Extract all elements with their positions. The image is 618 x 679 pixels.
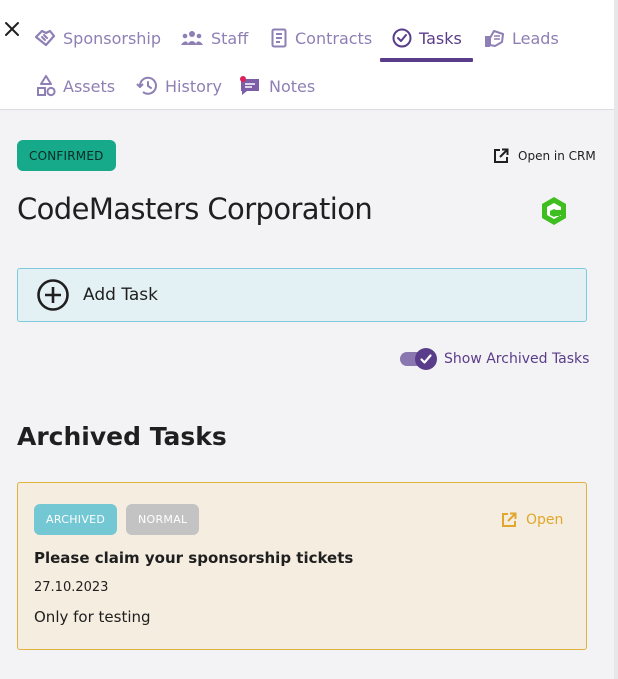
external-link-icon (494, 148, 509, 163)
section-title: Archived Tasks (17, 422, 227, 451)
task-open-label: Open (526, 512, 564, 528)
check-icon (420, 354, 432, 364)
task-status-badge: ARCHIVED (34, 504, 118, 535)
tab-label-history: History (165, 76, 222, 96)
tab-leads[interactable]: Leads (483, 24, 559, 52)
add-task-button[interactable]: Add Task (17, 268, 587, 322)
tab-label-staff: Staff (211, 28, 249, 48)
tab-notes[interactable]: Notes (239, 72, 315, 100)
company-name: CodeMasters Corporation (17, 192, 373, 226)
tab-tasks[interactable]: Tasks (392, 24, 462, 52)
toggle-knob (415, 348, 437, 370)
open-in-crm-label: Open in CRM (518, 149, 596, 163)
show-archived-toggle[interactable]: Show Archived Tasks (400, 348, 590, 370)
tab-sponsorship[interactable]: Sponsorship (34, 24, 161, 52)
task-description: Only for testing (34, 608, 151, 626)
panel-edge (614, 0, 618, 679)
close-icon (5, 22, 19, 36)
tab-history[interactable]: History (136, 72, 222, 100)
chat-note-icon (240, 76, 259, 95)
codemasters-logo-icon (540, 196, 568, 230)
task-date: 27.10.2023 (34, 580, 109, 595)
task-title: Please claim your sponsorship tickets (34, 549, 354, 567)
open-in-crm-link[interactable]: Open in CRM (493, 148, 596, 164)
task-card: ARCHIVED NORMAL Open Please claim your s… (17, 482, 587, 650)
check-circle-icon (392, 28, 412, 48)
tab-label-notes: Notes (269, 76, 316, 96)
tab-contracts[interactable]: Contracts (270, 24, 372, 52)
tab-label-leads: Leads (512, 28, 559, 48)
shapes-icon (37, 75, 56, 97)
plus-circle-icon (37, 279, 69, 311)
add-task-label: Add Task (83, 285, 159, 305)
tab-label-tasks: Tasks (419, 28, 462, 48)
status-badge: CONFIRMED (17, 140, 116, 171)
tab-staff[interactable]: Staff (180, 24, 248, 52)
history-icon (136, 76, 157, 95)
tab-label-assets: Assets (63, 76, 116, 96)
tab-label-contracts: Contracts (295, 28, 373, 48)
hand-stack-icon (485, 30, 504, 47)
active-tab-indicator (380, 58, 473, 62)
task-priority-badge: NORMAL (126, 504, 200, 535)
tab-assets[interactable]: Assets (36, 72, 115, 100)
document-icon (271, 28, 287, 48)
tab-label-sponsorship: Sponsorship (63, 28, 162, 48)
main-content: CONFIRMED Open in CRM CodeMasters Corpor… (0, 110, 614, 679)
show-archived-label: Show Archived Tasks (444, 351, 590, 367)
toggle-track (400, 348, 437, 370)
tab-bar: Sponsorship Staff Contracts Tasks Leads (28, 0, 614, 110)
handshake-icon (34, 29, 56, 47)
people-icon (181, 31, 203, 45)
task-open-link[interactable]: Open (501, 512, 563, 528)
external-link-icon (502, 512, 517, 527)
close-button[interactable] (2, 18, 22, 40)
